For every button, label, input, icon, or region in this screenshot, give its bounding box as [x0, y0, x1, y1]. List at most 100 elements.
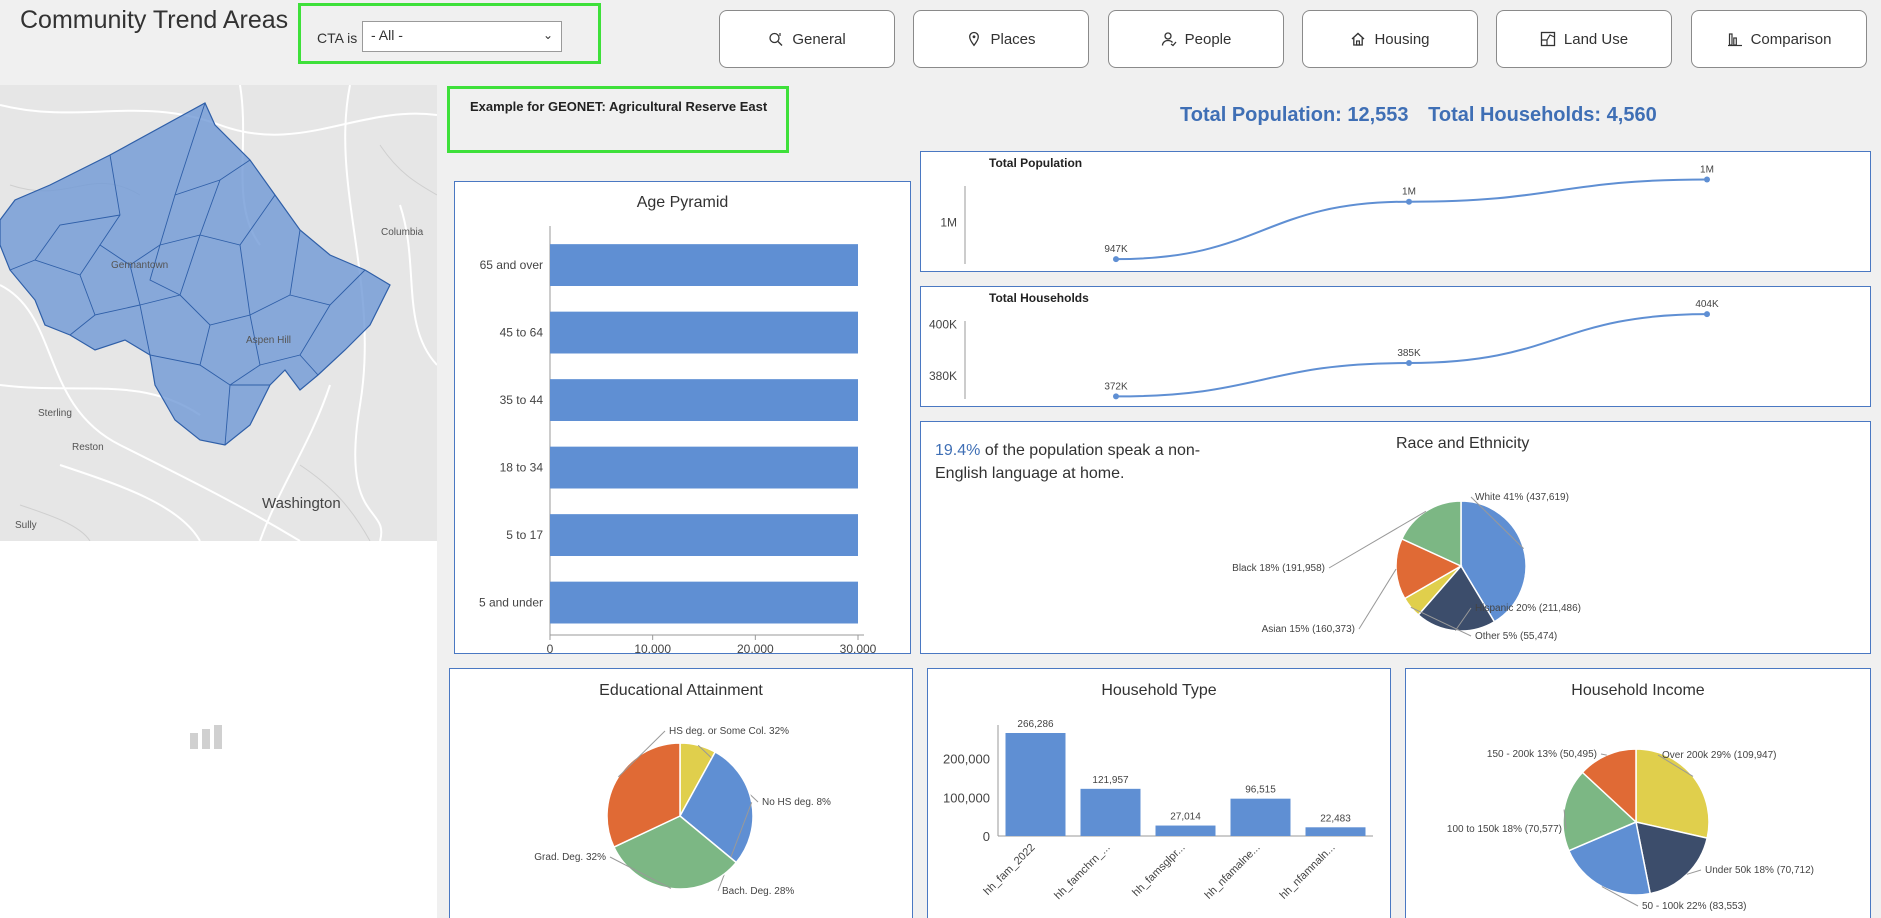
- race-slice-label: Asian 15% (160,373): [1262, 624, 1355, 635]
- education-panel: Educational Attainment No HS deg. 8% Bach…: [449, 668, 913, 918]
- population-y-tick-label: 1M: [940, 215, 957, 229]
- education-slice-label: HS deg. or Some Col. 32%: [669, 726, 789, 737]
- income-slice-label: 50 - 100k 22% (83,553): [1642, 901, 1747, 912]
- map-label-sterling: Sterling: [38, 408, 72, 419]
- nav-places-button[interactable]: Places: [913, 10, 1089, 68]
- nav-people-button[interactable]: People: [1108, 10, 1284, 68]
- education-chart: No HS deg. 8% Bach. Deg. 28% Grad. Deg. 32…: [534, 726, 831, 897]
- hhtype-value-label: 121,957: [1092, 775, 1129, 786]
- cta-filter-box: CTA is - All - ⌄: [298, 3, 601, 64]
- nav-general-button[interactable]: General: [719, 10, 895, 68]
- race-slice-label: Hispanic 20% (211,486): [1475, 603, 1581, 614]
- households-point-label: 372K: [1104, 381, 1128, 392]
- hhtype-category-label: hh_fam_2022: [982, 842, 1038, 898]
- hhtype-bar[interactable]: [1080, 788, 1141, 836]
- age-bar[interactable]: [550, 244, 858, 286]
- map-pin-icon: [969, 31, 980, 47]
- map-label-reston: Reston: [72, 442, 104, 453]
- age-category-label: 5 to 17: [506, 528, 543, 542]
- nav-housing-button[interactable]: Housing: [1302, 10, 1478, 68]
- households-point[interactable]: [1704, 311, 1710, 318]
- age-x-tick-label: 30,000: [840, 642, 877, 653]
- household-type-panel: Household Type 200,000 100,000 0 266,286 hh_…: [927, 668, 1391, 918]
- chevron-down-icon: ⌄: [542, 28, 553, 42]
- age-category-label: 18 to 34: [500, 461, 544, 475]
- search-chart-icon: [769, 32, 783, 46]
- hhtype-bar[interactable]: [1305, 827, 1366, 836]
- race-slice-label: Other 5% (55,474): [1475, 631, 1557, 642]
- income-leader-line: [1600, 753, 1607, 756]
- age-bar[interactable]: [550, 581, 858, 624]
- households-point[interactable]: [1406, 360, 1412, 366]
- hhtype-y-tick-label: 200,000: [943, 752, 990, 767]
- nav-people-label: People: [1184, 30, 1232, 48]
- totals-header: Total Population: 12,553 Total Household…: [1180, 104, 1671, 127]
- race-leader-line: [1358, 568, 1397, 630]
- race-slice-label: Black 18% (191,958): [1232, 563, 1325, 574]
- population-point-label: 1M: [1402, 187, 1416, 198]
- nav-land-use-label: Land Use: [1563, 30, 1629, 48]
- households-point-label: 385K: [1397, 348, 1421, 359]
- hhtype-value-label: 22,483: [1320, 813, 1351, 824]
- nav-comparison-button[interactable]: Comparison: [1691, 10, 1867, 68]
- households-point[interactable]: [1113, 393, 1119, 400]
- income-slice-label: 150 - 200k 13% (50,495): [1487, 749, 1597, 760]
- race-slice-label: White 41% (437,619): [1475, 492, 1569, 503]
- total-households-text: Total Households: 4,560: [1428, 104, 1657, 126]
- person-icon: [1161, 32, 1177, 47]
- age-category-label: 5 and under: [479, 596, 543, 610]
- population-point[interactable]: [1113, 256, 1119, 263]
- age-pyramid-chart: 65 and over 45 to 64 35 to 44 18 to 34 5 to …: [479, 226, 877, 653]
- loading-bars-icon: [190, 725, 222, 749]
- map-label-germantown: Germantown: [111, 260, 169, 271]
- age-bar[interactable]: [550, 514, 858, 556]
- households-y-tick-label: 400K: [929, 317, 957, 331]
- land-use-icon: [1540, 31, 1556, 47]
- map-label-washington: Washington: [262, 495, 341, 512]
- cta-select[interactable]: - All - ⌄: [362, 21, 562, 52]
- nav-places-label: Places: [990, 30, 1036, 48]
- total-population-panel: Total Population 1M 947K 1M 1M: [920, 151, 1871, 272]
- household-income-panel: Household Income Over 200k 29% (109,947)…: [1405, 668, 1871, 918]
- income-slice-label: Under 50k 18% (70,712): [1705, 865, 1814, 876]
- map-label-columbia: Columbia: [381, 227, 424, 238]
- total-households-chart: 400K 380K 372K 385K 404K: [929, 299, 1719, 400]
- population-point[interactable]: [1704, 176, 1710, 183]
- map-view[interactable]: Germantown Columbia Aspen Hill Sterling …: [0, 85, 437, 541]
- age-bar[interactable]: [550, 379, 858, 421]
- total-population-text: Total Population: 12,553: [1180, 104, 1409, 126]
- population-point-label: 1M: [1700, 165, 1714, 176]
- nav-general-label: General: [792, 30, 846, 48]
- population-point-label: 947K: [1104, 244, 1128, 255]
- page-title: Community Trend Areas: [20, 6, 289, 34]
- household-type-chart: 200,000 100,000 0 266,286 hh_fam_2022 121,957…: [943, 719, 1373, 902]
- race-ethnicity-panel: 19.4% of the population speak a non-Engl…: [920, 421, 1871, 654]
- age-bar[interactable]: [550, 311, 858, 354]
- map-label-sully: Sully: [15, 520, 37, 531]
- income-slice-label: Over 200k 29% (109,947): [1662, 750, 1777, 761]
- nav-housing-label: Housing: [1374, 30, 1430, 48]
- age-bar[interactable]: [550, 446, 858, 489]
- race-ethnicity-chart: White 41% (437,619) Hispanic 20% (211,486…: [1232, 492, 1581, 642]
- hhtype-category-label: hh_famchrn_...: [1052, 842, 1112, 902]
- education-slice-label: Bach. Deg. 28%: [722, 886, 794, 897]
- hhtype-category-label: hh_nfamalne...: [1203, 842, 1263, 902]
- total-population-chart: 1M 947K 1M 1M: [940, 165, 1714, 264]
- hhtype-y-tick-label: 100,000: [943, 790, 990, 805]
- age-category-label: 45 to 64: [500, 326, 544, 340]
- households-point-label: 404K: [1695, 299, 1719, 310]
- map-basemap: [0, 85, 437, 541]
- age-x-tick-label: 0: [547, 642, 554, 653]
- age-pyramid-panel: Age Pyramid 65 and over 45 to 64 35 to 44 1…: [454, 181, 911, 654]
- bar-chart-icon: [1727, 33, 1742, 47]
- hhtype-bar[interactable]: [1005, 733, 1066, 836]
- hhtype-bar[interactable]: [1230, 798, 1291, 836]
- cta-filter-label: CTA is: [317, 30, 358, 46]
- population-point[interactable]: [1406, 198, 1412, 205]
- nav-land-use-button[interactable]: Land Use: [1496, 10, 1672, 68]
- household-income-chart: Over 200k 29% (109,947) Under 50k 18% (70…: [1447, 748, 1814, 912]
- nav-comparison-label: Comparison: [1750, 30, 1832, 48]
- households-y-tick-label: 380K: [929, 369, 957, 383]
- hhtype-bar[interactable]: [1155, 825, 1216, 836]
- lower-left-panel: [0, 541, 437, 918]
